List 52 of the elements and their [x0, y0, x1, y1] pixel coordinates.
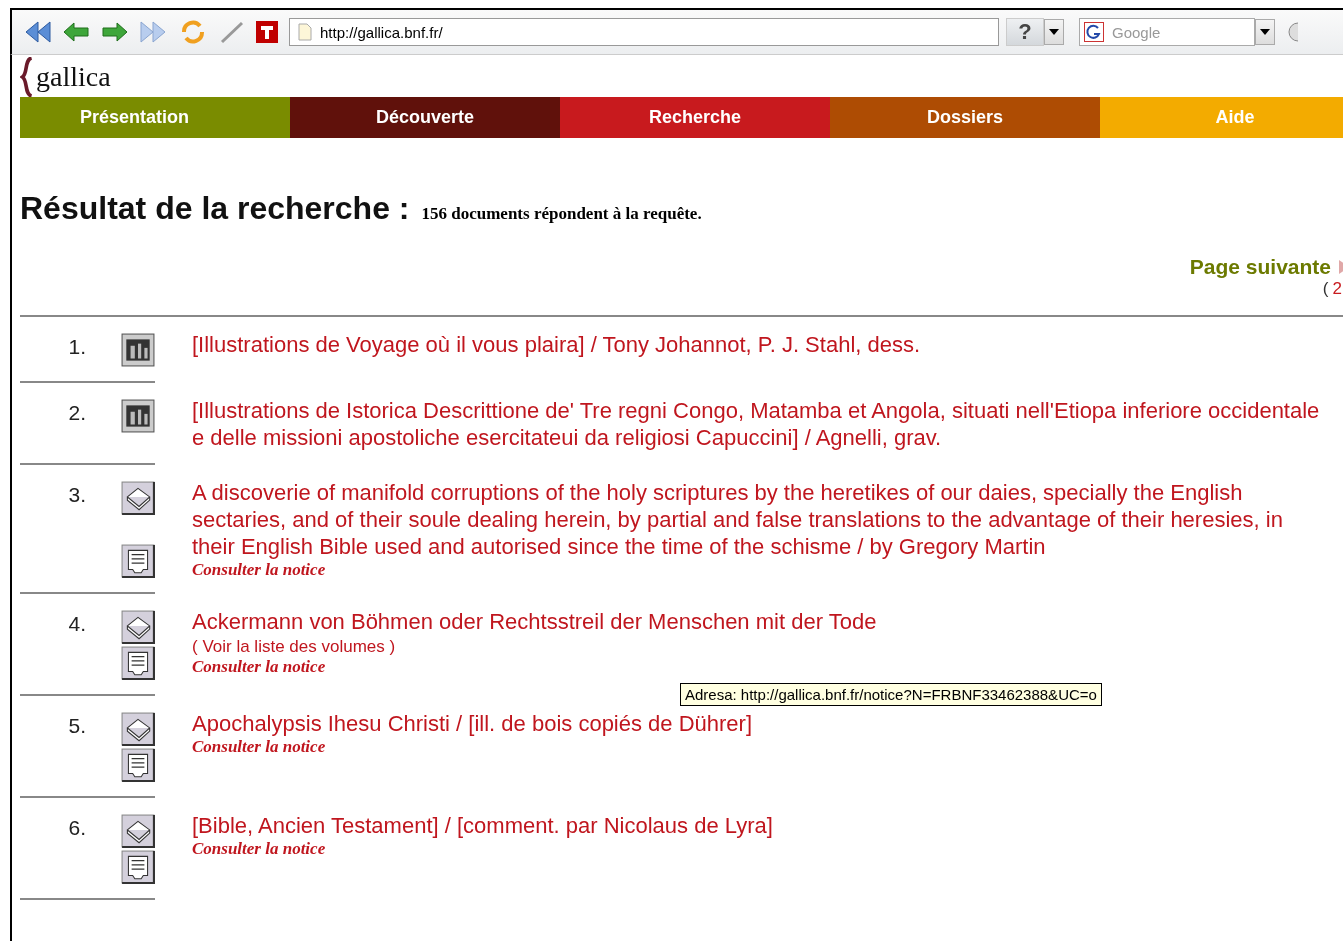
- picture-icon[interactable]: [121, 333, 155, 367]
- link-tooltip: Adresa: http://gallica.bnf.fr/notice?N=FRBNF33462388&UC=o: [680, 683, 1102, 706]
- book-icon[interactable]: [121, 712, 155, 746]
- results-heading: Résultat de la recherche :: [20, 190, 410, 227]
- next-page-link[interactable]: Page suivante: [1189, 255, 1331, 279]
- nav-tab[interactable]: Découverte: [290, 97, 560, 138]
- book-icon[interactable]: [121, 610, 155, 644]
- document-icon[interactable]: [121, 544, 155, 578]
- notice-link[interactable]: Consulter la notice: [192, 839, 1331, 859]
- page-icon: [298, 23, 312, 41]
- nav-tab[interactable]: Recherche: [560, 97, 830, 138]
- nav-tab[interactable]: Dossiers: [830, 97, 1100, 138]
- search-box[interactable]: Google: [1079, 18, 1255, 46]
- t-logo-icon[interactable]: [256, 21, 278, 43]
- dropdown-button[interactable]: [1044, 19, 1064, 45]
- notice-link[interactable]: Consulter la notice: [192, 560, 1331, 580]
- address-field[interactable]: http://gallica.bnf.fr/: [289, 18, 999, 46]
- help-button[interactable]: ?: [1006, 18, 1044, 46]
- site-logo[interactable]: gallica: [36, 57, 111, 97]
- result-title-link[interactable]: [Bible, Ancien Testament] / [comment. par Nicolaus de Lyra]: [192, 812, 1331, 839]
- notice-link[interactable]: Consulter la notice: [192, 657, 1331, 677]
- picture-icon[interactable]: [121, 399, 155, 433]
- notice-link[interactable]: Consulter la notice: [192, 737, 1331, 757]
- document-icon[interactable]: [121, 748, 155, 782]
- page-number-link[interactable]: 2: [1332, 279, 1342, 299]
- document-icon[interactable]: [121, 850, 155, 884]
- results-count: 156 documents répondent à la requête.: [421, 204, 702, 224]
- result-number: 2.: [67, 400, 86, 426]
- brace-icon: [20, 57, 34, 97]
- result-title-link[interactable]: Ackermann von Böhmen oder Rechtsstreil der Menschen mit der Tode: [192, 608, 1331, 635]
- result-number: 5.: [67, 713, 86, 739]
- book-icon[interactable]: [121, 814, 155, 848]
- result-title-link[interactable]: [Illustrations de Voyage où il vous plaira] / Tony Johannot, P. J. Stahl, dess.: [192, 331, 1331, 358]
- forward-arrow-icon[interactable]: [100, 19, 130, 45]
- nav-tab[interactable]: Présentation: [20, 97, 290, 138]
- caret-icon: [1260, 29, 1270, 35]
- volumes-link[interactable]: ( Voir la liste des volumes ): [192, 637, 1331, 657]
- caret-icon: [1049, 29, 1059, 35]
- result-number: 3.: [67, 482, 86, 508]
- result-number: 6.: [67, 815, 86, 841]
- globe-icon[interactable]: [1288, 21, 1298, 43]
- back-arrow-icon[interactable]: [61, 19, 91, 45]
- g-logo-icon: [1084, 22, 1104, 42]
- result-title-link[interactable]: [Illustrations de Istorica Descrittione de' Tre regni Congo, Matamba et Angola, situati nell'Etiopa inferiore occidentale e delle missioni apostoliche esercitateui da religiosi Capuccini] / Agnelli, grav.: [192, 397, 1331, 451]
- result-title-link[interactable]: Apochalypsis Ihesu Christi / [ill. de bois copiés de Dührer]: [192, 710, 1331, 737]
- dropdown-button[interactable]: [1255, 19, 1275, 45]
- paren-text: (: [1322, 279, 1329, 299]
- result-title-link[interactable]: A discoverie of manifold corruptions of the holy scriptures by the heretikes of our daies, specially the English sectaries, and of their soule dealing herein, by partial and false translations to the advantage of their heresies, in their English Bible used and autorised since the time of the schisme / by Gregory Martin: [192, 479, 1331, 560]
- result-number: 1.: [67, 334, 86, 360]
- result-number: 4.: [67, 611, 86, 637]
- document-icon[interactable]: [121, 646, 155, 680]
- book-icon[interactable]: [121, 481, 155, 515]
